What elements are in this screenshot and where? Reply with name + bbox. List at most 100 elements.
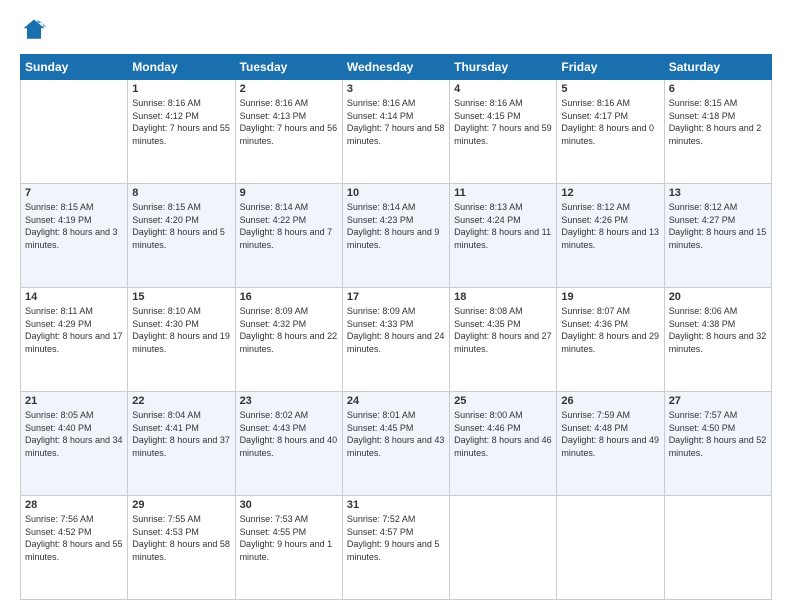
calendar-cell: 2Sunrise: 8:16 AMSunset: 4:13 PMDaylight… xyxy=(235,80,342,184)
calendar-cell: 9 Sunrise: 8:14 AMSunset: 4:22 PMDaylight… xyxy=(235,184,342,288)
calendar-cell: 20 Sunrise: 8:06 AMSunset: 4:38 PMDayligh… xyxy=(664,288,771,392)
calendar-cell: 19 Sunrise: 8:07 AMSunset: 4:36 PMDayligh… xyxy=(557,288,664,392)
week-row-5: 28 Sunrise: 7:56 AMSunset: 4:52 PMDayligh… xyxy=(21,496,772,600)
cell-text: Sunrise: 8:00 AMSunset: 4:46 PMDaylight:… xyxy=(454,409,552,459)
cell-text: Sunrise: 8:14 AMSunset: 4:23 PMDaylight:… xyxy=(347,201,445,251)
cell-text: Sunrise: 8:12 AMSunset: 4:27 PMDaylight:… xyxy=(669,201,767,251)
day-number: 22 xyxy=(132,395,230,407)
calendar-cell: 3 Sunrise: 8:16 AMSunset: 4:14 PMDaylight… xyxy=(342,80,449,184)
day-number: 8 xyxy=(132,187,230,199)
day-number: 30 xyxy=(240,499,338,511)
day-number: 26 xyxy=(561,395,659,407)
cell-text: Sunrise: 8:09 AMSunset: 4:33 PMDaylight:… xyxy=(347,305,445,355)
calendar-header-row: SundayMondayTuesdayWednesdayThursdayFrid… xyxy=(21,55,772,80)
calendar-cell: 14 Sunrise: 8:11 AMSunset: 4:29 PMDayligh… xyxy=(21,288,128,392)
calendar-cell: 31 Sunrise: 7:52 AMSunset: 4:57 PMDayligh… xyxy=(342,496,449,600)
calendar-cell xyxy=(664,496,771,600)
cell-text: Sunrise: 7:59 AMSunset: 4:48 PMDaylight:… xyxy=(561,409,659,459)
calendar-cell: 13 Sunrise: 8:12 AMSunset: 4:27 PMDayligh… xyxy=(664,184,771,288)
page: SundayMondayTuesdayWednesdayThursdayFrid… xyxy=(0,0,792,612)
calendar-cell: 5 Sunrise: 8:16 AMSunset: 4:17 PMDaylight… xyxy=(557,80,664,184)
calendar-cell: 27 Sunrise: 7:57 AMSunset: 4:50 PMDayligh… xyxy=(664,392,771,496)
calendar-cell: 25 Sunrise: 8:00 AMSunset: 4:46 PMDayligh… xyxy=(450,392,557,496)
cell-text: Sunrise: 8:04 AMSunset: 4:41 PMDaylight:… xyxy=(132,409,230,459)
cell-text: Sunrise: 8:16 AMSunset: 4:14 PMDaylight:… xyxy=(347,97,445,147)
calendar-cell: 24 Sunrise: 8:01 AMSunset: 4:45 PMDayligh… xyxy=(342,392,449,496)
cell-text: Sunrise: 7:55 AMSunset: 4:53 PMDaylight:… xyxy=(132,513,230,563)
cell-text: Sunrise: 8:05 AMSunset: 4:40 PMDaylight:… xyxy=(25,409,123,459)
calendar-cell: 10 Sunrise: 8:14 AMSunset: 4:23 PMDayligh… xyxy=(342,184,449,288)
day-number: 5 xyxy=(561,83,659,95)
calendar-cell: 26 Sunrise: 7:59 AMSunset: 4:48 PMDayligh… xyxy=(557,392,664,496)
calendar-cell: 21Sunrise: 8:05 AMSunset: 4:40 PMDayligh… xyxy=(21,392,128,496)
cell-text: Sunrise: 8:10 AMSunset: 4:30 PMDaylight:… xyxy=(132,305,230,355)
week-row-3: 14 Sunrise: 8:11 AMSunset: 4:29 PMDayligh… xyxy=(21,288,772,392)
day-number: 23 xyxy=(240,395,338,407)
calendar-cell: 23 Sunrise: 8:02 AMSunset: 4:43 PMDayligh… xyxy=(235,392,342,496)
day-number: 31 xyxy=(347,499,445,511)
cell-text: Sunrise: 8:16 AMSunset: 4:17 PMDaylight:… xyxy=(561,97,659,147)
day-number: 20 xyxy=(669,291,767,303)
day-header-sunday: Sunday xyxy=(21,55,128,80)
cell-text: Sunrise: 8:01 AMSunset: 4:45 PMDaylight:… xyxy=(347,409,445,459)
cell-text: Sunrise: 8:16 AMSunset: 4:12 PMDaylight:… xyxy=(132,97,230,147)
week-row-2: 7 Sunrise: 8:15 AMSunset: 4:19 PMDaylight… xyxy=(21,184,772,288)
cell-text: Sunrise: 7:52 AMSunset: 4:57 PMDaylight:… xyxy=(347,513,445,563)
day-header-tuesday: Tuesday xyxy=(235,55,342,80)
calendar-cell: 6 Sunrise: 8:15 AMSunset: 4:18 PMDaylight… xyxy=(664,80,771,184)
day-number: 16 xyxy=(240,291,338,303)
week-row-4: 21Sunrise: 8:05 AMSunset: 4:40 PMDayligh… xyxy=(21,392,772,496)
day-number: 3 xyxy=(347,83,445,95)
cell-text: Sunrise: 8:16 AMSunset: 4:13 PMDaylight:… xyxy=(240,97,338,147)
day-number: 28 xyxy=(25,499,123,511)
day-number: 9 xyxy=(240,187,338,199)
day-number: 14 xyxy=(25,291,123,303)
calendar-cell: 15 Sunrise: 8:10 AMSunset: 4:30 PMDayligh… xyxy=(128,288,235,392)
calendar-cell: 18 Sunrise: 8:08 AMSunset: 4:35 PMDayligh… xyxy=(450,288,557,392)
cell-text: Sunrise: 8:14 AMSunset: 4:22 PMDaylight:… xyxy=(240,201,338,251)
cell-text: Sunrise: 8:16 AMSunset: 4:15 PMDaylight:… xyxy=(454,97,552,147)
calendar-table: SundayMondayTuesdayWednesdayThursdayFrid… xyxy=(20,54,772,600)
cell-text: Sunrise: 8:15 AMSunset: 4:20 PMDaylight:… xyxy=(132,201,230,251)
calendar-cell: 16 Sunrise: 8:09 AMSunset: 4:32 PMDayligh… xyxy=(235,288,342,392)
cell-text: Sunrise: 7:56 AMSunset: 4:52 PMDaylight:… xyxy=(25,513,123,563)
day-header-monday: Monday xyxy=(128,55,235,80)
day-number: 13 xyxy=(669,187,767,199)
day-header-thursday: Thursday xyxy=(450,55,557,80)
cell-text: Sunrise: 8:07 AMSunset: 4:36 PMDaylight:… xyxy=(561,305,659,355)
day-number: 7 xyxy=(25,187,123,199)
cell-text: Sunrise: 8:12 AMSunset: 4:26 PMDaylight:… xyxy=(561,201,659,251)
cell-text: Sunrise: 8:11 AMSunset: 4:29 PMDaylight:… xyxy=(25,305,123,355)
day-number: 10 xyxy=(347,187,445,199)
day-number: 27 xyxy=(669,395,767,407)
day-number: 1 xyxy=(132,83,230,95)
header xyxy=(20,16,772,44)
cell-text: Sunrise: 8:02 AMSunset: 4:43 PMDaylight:… xyxy=(240,409,338,459)
day-number: 24 xyxy=(347,395,445,407)
day-number: 29 xyxy=(132,499,230,511)
calendar-cell: 29 Sunrise: 7:55 AMSunset: 4:53 PMDayligh… xyxy=(128,496,235,600)
cell-text: Sunrise: 7:57 AMSunset: 4:50 PMDaylight:… xyxy=(669,409,767,459)
logo xyxy=(20,16,52,44)
day-number: 11 xyxy=(454,187,552,199)
day-number: 12 xyxy=(561,187,659,199)
day-number: 18 xyxy=(454,291,552,303)
calendar-cell: 12 Sunrise: 8:12 AMSunset: 4:26 PMDayligh… xyxy=(557,184,664,288)
cell-text: Sunrise: 8:15 AMSunset: 4:18 PMDaylight:… xyxy=(669,97,767,147)
calendar-cell: 30Sunrise: 7:53 AMSunset: 4:55 PMDayligh… xyxy=(235,496,342,600)
cell-text: Sunrise: 8:09 AMSunset: 4:32 PMDaylight:… xyxy=(240,305,338,355)
calendar-cell xyxy=(21,80,128,184)
day-number: 17 xyxy=(347,291,445,303)
day-number: 25 xyxy=(454,395,552,407)
day-header-saturday: Saturday xyxy=(664,55,771,80)
cell-text: Sunrise: 8:06 AMSunset: 4:38 PMDaylight:… xyxy=(669,305,767,355)
day-number: 15 xyxy=(132,291,230,303)
calendar-cell: 17 Sunrise: 8:09 AMSunset: 4:33 PMDayligh… xyxy=(342,288,449,392)
calendar-cell: 22 Sunrise: 8:04 AMSunset: 4:41 PMDayligh… xyxy=(128,392,235,496)
day-number: 4 xyxy=(454,83,552,95)
cell-text: Sunrise: 8:15 AMSunset: 4:19 PMDaylight:… xyxy=(25,201,123,251)
calendar-cell: 8 Sunrise: 8:15 AMSunset: 4:20 PMDaylight… xyxy=(128,184,235,288)
day-number: 6 xyxy=(669,83,767,95)
day-number: 19 xyxy=(561,291,659,303)
cell-text: Sunrise: 8:08 AMSunset: 4:35 PMDaylight:… xyxy=(454,305,552,355)
